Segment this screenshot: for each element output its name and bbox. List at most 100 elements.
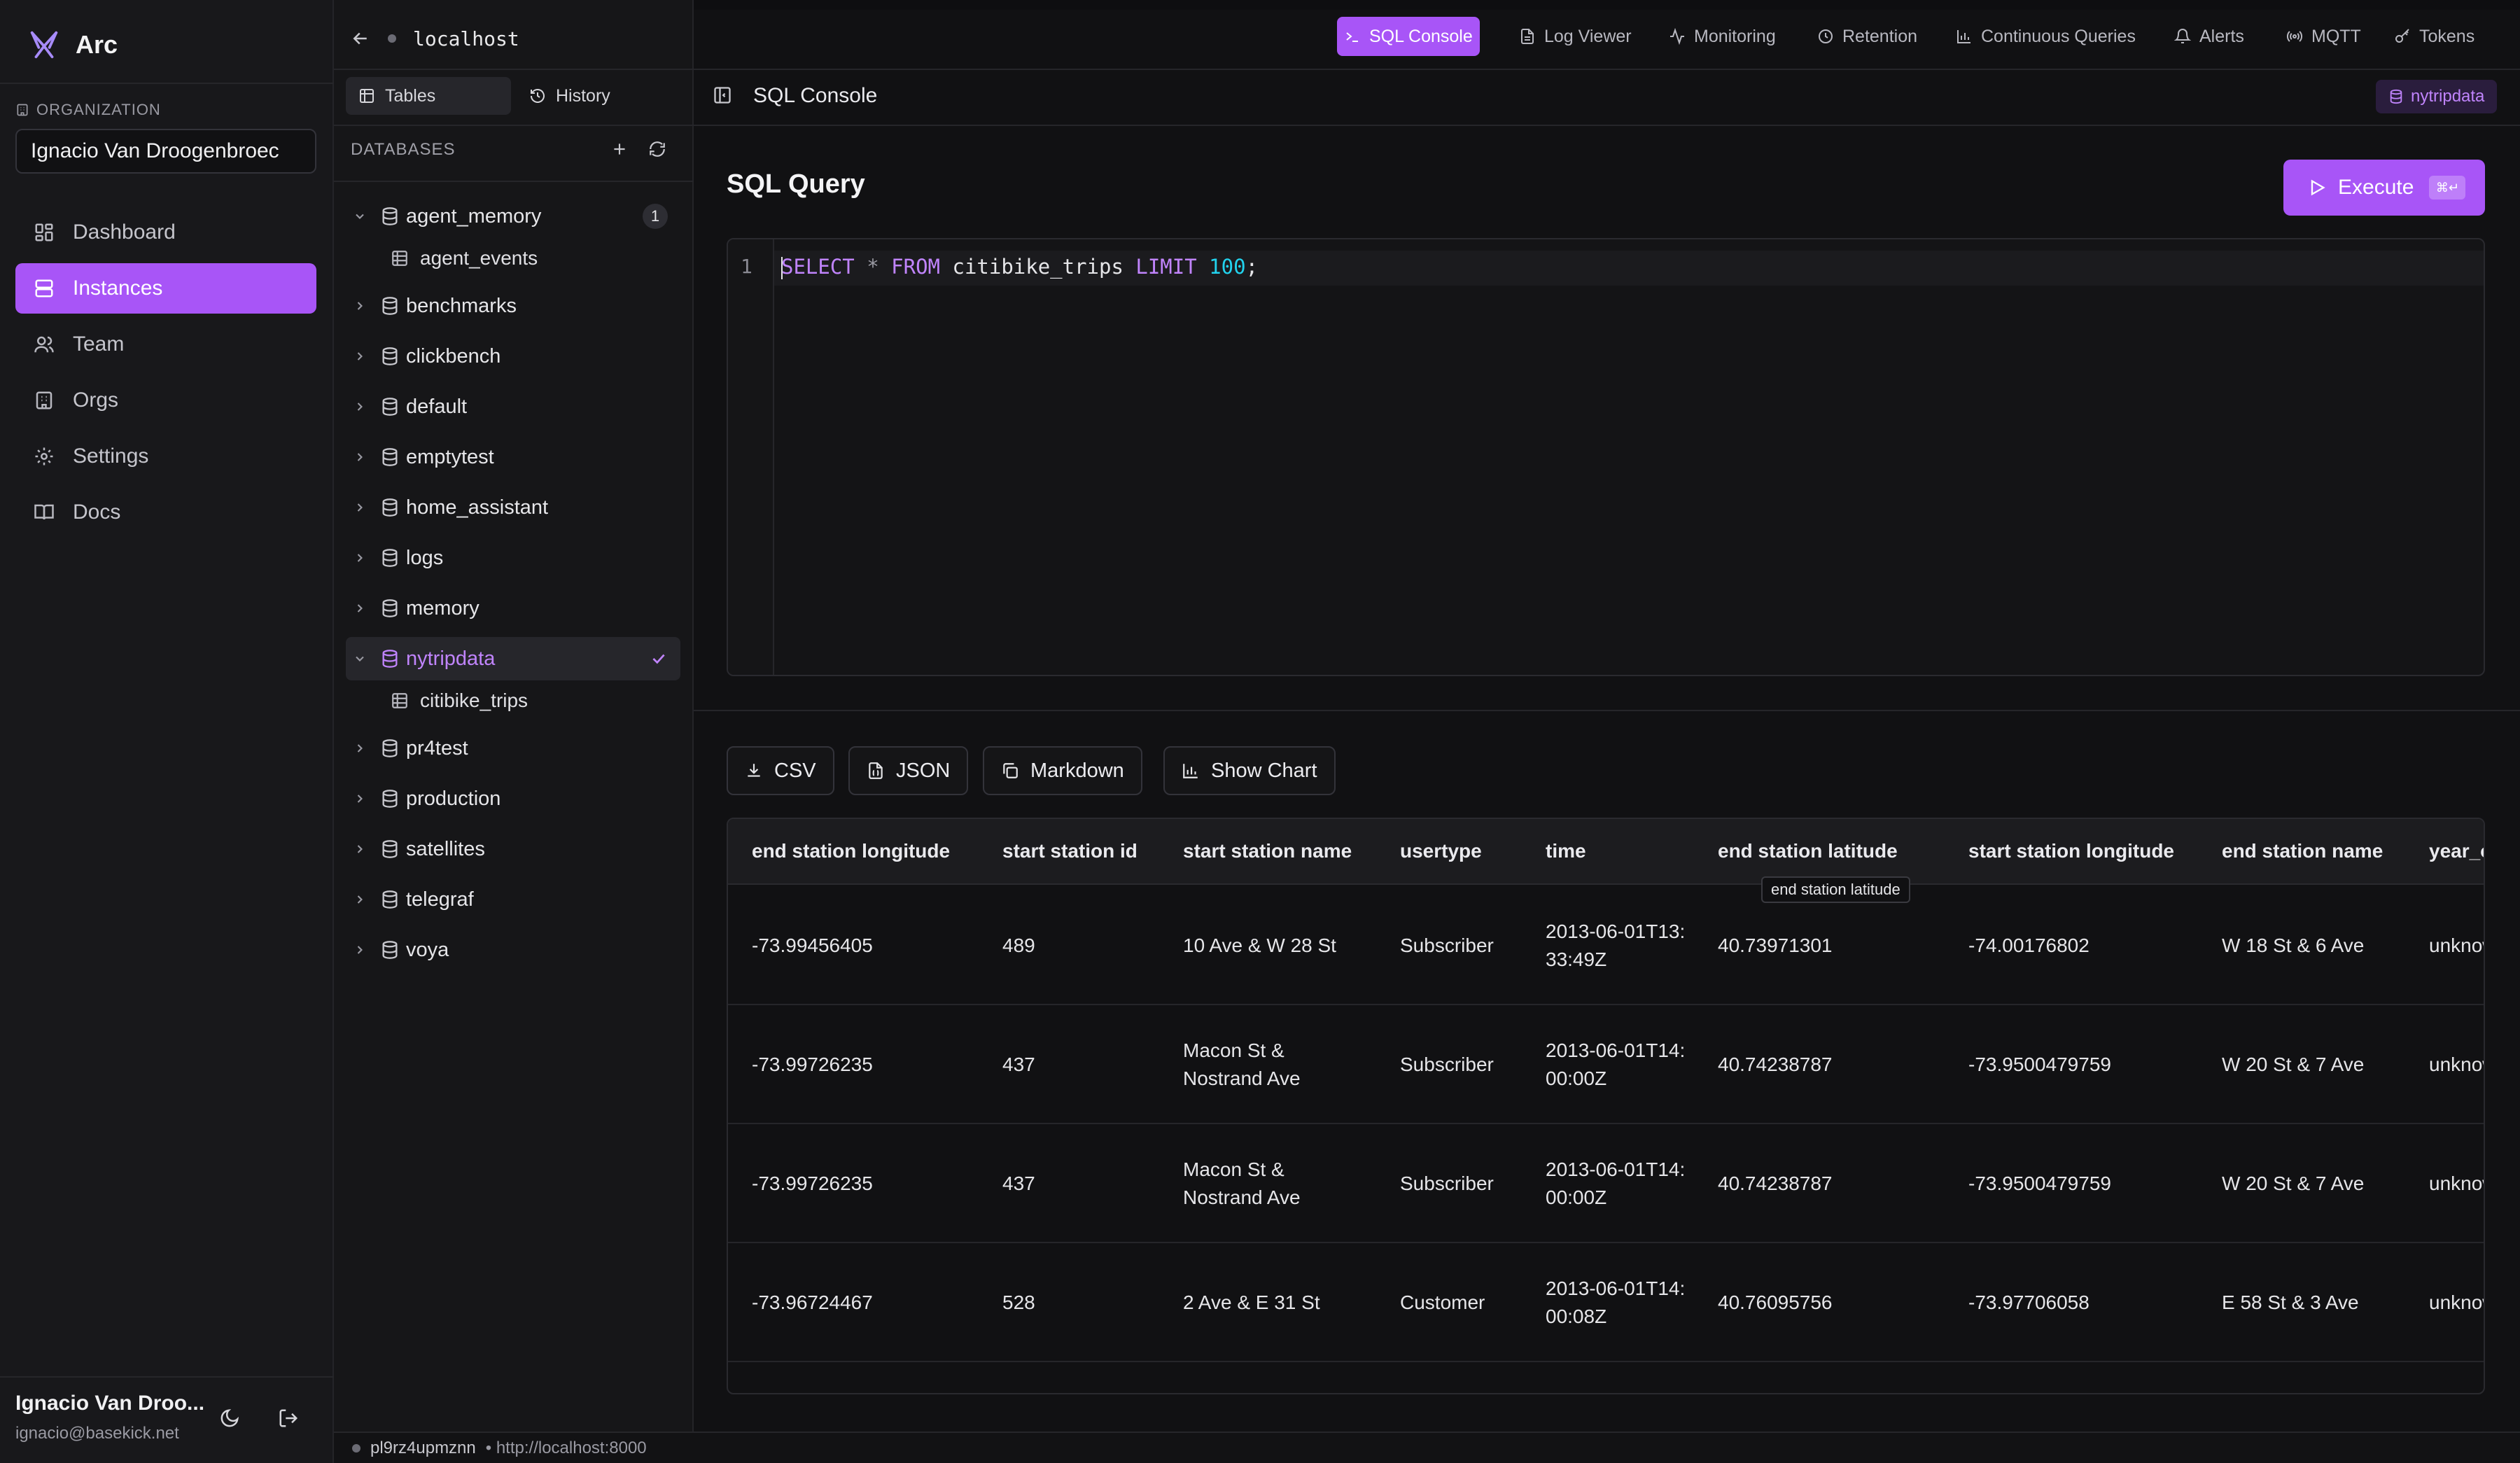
file-icon bbox=[1519, 28, 1536, 45]
nav-label: Orgs bbox=[73, 388, 119, 412]
nav-instances[interactable]: Instances bbox=[15, 263, 316, 314]
nav-orgs[interactable]: Orgs bbox=[15, 375, 316, 426]
chevron-right-icon bbox=[346, 500, 374, 514]
table-row-agent-events[interactable]: agent_events bbox=[391, 238, 671, 279]
file-json-icon bbox=[867, 762, 885, 780]
export-csv-button[interactable]: CSV bbox=[727, 746, 834, 795]
column-header[interactable]: time bbox=[1546, 840, 1586, 862]
nav-tokens[interactable]: Tokens bbox=[2387, 17, 2482, 56]
table-cell: 2013-06-01T14:00:00Z bbox=[1546, 1158, 1686, 1208]
table-name: agent_events bbox=[420, 247, 538, 269]
column-header[interactable]: end station latitude bbox=[1718, 840, 1898, 862]
theme-toggle-button[interactable] bbox=[210, 1399, 249, 1438]
nav-dashboard[interactable]: Dashboard bbox=[15, 207, 316, 258]
nav-sql-console[interactable]: SQL Console bbox=[1337, 17, 1480, 56]
nav-mqtt[interactable]: MQTT bbox=[2279, 17, 2368, 56]
table-icon bbox=[391, 692, 409, 710]
nav-retention[interactable]: Retention bbox=[1810, 17, 1924, 56]
play-icon bbox=[2307, 178, 2327, 197]
column-header[interactable]: start station id bbox=[1002, 840, 1138, 862]
column-header[interactable]: year_o bbox=[2429, 840, 2484, 862]
export-json-button[interactable]: JSON bbox=[848, 746, 969, 795]
export-label: Markdown bbox=[1030, 759, 1124, 782]
database-row[interactable]: satellites bbox=[346, 827, 680, 871]
table-row[interactable]: -73.99456405 489 10 Ave & W 28 St Subscr… bbox=[728, 886, 2484, 1005]
database-row[interactable]: emptytest bbox=[346, 435, 680, 479]
column-header[interactable]: start station longitude bbox=[1968, 840, 2174, 862]
sql-terminator: ; bbox=[1245, 255, 1259, 279]
user-email: ignacio@basekick.net bbox=[15, 1424, 179, 1443]
table-cell: Macon St & Nostrand Ave bbox=[1183, 1040, 1301, 1089]
nav-team[interactable]: Team bbox=[15, 319, 316, 370]
database-row[interactable]: telegraf bbox=[346, 878, 680, 921]
show-chart-button[interactable]: Show Chart bbox=[1163, 746, 1336, 795]
add-database-button[interactable] bbox=[610, 140, 629, 158]
database-row[interactable]: default bbox=[346, 385, 680, 428]
table-row[interactable]: -73.96724467 528 2 Ave & E 31 St Custome… bbox=[728, 1243, 2484, 1362]
tab-history[interactable]: History bbox=[517, 77, 678, 115]
database-row[interactable]: production bbox=[346, 777, 680, 820]
table-cell: -73.99726235 bbox=[752, 1172, 873, 1194]
table-count-badge: 1 bbox=[643, 204, 668, 229]
chevron-right-icon bbox=[346, 943, 374, 957]
nav-continuous-queries[interactable]: Continuous Queries bbox=[1949, 17, 2143, 56]
table-cell: -74.00176802 bbox=[1968, 934, 2090, 956]
app-sidebar: Arc ORGANIZATION Ignacio Van Droogenbroe… bbox=[0, 0, 334, 1463]
sql-keyword: LIMIT bbox=[1135, 255, 1197, 279]
nav-docs[interactable]: Docs bbox=[15, 487, 316, 538]
database-row-selected[interactable]: nytripdata bbox=[346, 637, 680, 680]
chevron-right-icon bbox=[346, 400, 374, 414]
brand[interactable]: Arc bbox=[28, 27, 118, 63]
back-button[interactable] bbox=[350, 28, 371, 49]
table-name: citibike_trips bbox=[420, 690, 528, 711]
nav-alerts[interactable]: Alerts bbox=[2167, 17, 2251, 56]
sql-editor[interactable]: 1 SELECT * FROM citibike_trips LIMIT 100… bbox=[727, 238, 2485, 676]
table-cell: W 20 St & 7 Ave bbox=[2222, 1054, 2365, 1075]
table-row-citibike-trips[interactable]: citibike_trips bbox=[391, 680, 671, 721]
database-name: clickbench bbox=[406, 344, 501, 368]
active-database-chip[interactable]: nytripdata bbox=[2376, 80, 2498, 113]
database-icon bbox=[374, 738, 406, 758]
database-row[interactable]: home_assistant bbox=[346, 486, 680, 529]
instance-url[interactable]: • http://localhost:8000 bbox=[486, 1438, 647, 1458]
line-number: 1 bbox=[741, 255, 752, 278]
refresh-databases-button[interactable] bbox=[648, 140, 666, 158]
logout-button[interactable] bbox=[269, 1399, 308, 1438]
table-cell: -73.97706058 bbox=[1968, 1292, 2090, 1313]
database-row[interactable]: agent_memory 1 bbox=[346, 195, 680, 238]
database-row[interactable]: clickbench bbox=[346, 335, 680, 378]
database-row[interactable]: voya bbox=[346, 928, 680, 972]
tab-tables[interactable]: Tables bbox=[346, 77, 511, 115]
nav-monitoring[interactable]: Monitoring bbox=[1662, 17, 1783, 56]
nav-settings[interactable]: Settings bbox=[15, 431, 316, 482]
column-header[interactable]: end station name bbox=[2222, 840, 2383, 862]
column-header[interactable]: usertype bbox=[1400, 840, 1482, 862]
chevron-right-icon bbox=[346, 299, 374, 313]
table-cell: 437 bbox=[1002, 1172, 1035, 1194]
column-header[interactable]: start station name bbox=[1183, 840, 1352, 862]
execute-button[interactable]: Execute ⌘↵ bbox=[2283, 160, 2485, 216]
table-row[interactable]: -73.99726235 437 Macon St & Nostrand Ave… bbox=[728, 1005, 2484, 1124]
nav-log-viewer[interactable]: Log Viewer bbox=[1512, 17, 1639, 56]
explorer-tabs-divider bbox=[334, 125, 694, 126]
copy-markdown-button[interactable]: Markdown bbox=[983, 746, 1142, 795]
table-row[interactable]: -73.99726235 437 Macon St & Nostrand Ave… bbox=[728, 1124, 2484, 1243]
organization-select[interactable]: Ignacio Van Droogenbroec bbox=[15, 129, 316, 174]
database-row[interactable]: memory bbox=[346, 587, 680, 630]
sql-code[interactable]: SELECT * FROM citibike_trips LIMIT 100; bbox=[781, 255, 1258, 279]
table-cell: unknown bbox=[2429, 1054, 2484, 1075]
table-cell: 40.74238787 bbox=[1718, 1054, 1833, 1075]
book-icon bbox=[34, 502, 55, 523]
toggle-sidebar-button[interactable] bbox=[713, 85, 732, 105]
table-cell: 10 Ave & W 28 St bbox=[1183, 934, 1336, 956]
tab-label: History bbox=[556, 85, 610, 106]
database-row[interactable]: benchmarks bbox=[346, 284, 680, 328]
database-row[interactable]: logs bbox=[346, 536, 680, 580]
database-row[interactable]: pr4test bbox=[346, 727, 680, 770]
table-cell: 2013-06-01T14:00:08Z bbox=[1546, 1278, 1686, 1327]
chevron-right-icon bbox=[346, 349, 374, 363]
refresh-icon bbox=[648, 140, 666, 158]
column-header[interactable]: end station longitude bbox=[752, 840, 950, 862]
topnav-label: Monitoring bbox=[1694, 26, 1776, 46]
radio-icon bbox=[2286, 28, 2303, 45]
